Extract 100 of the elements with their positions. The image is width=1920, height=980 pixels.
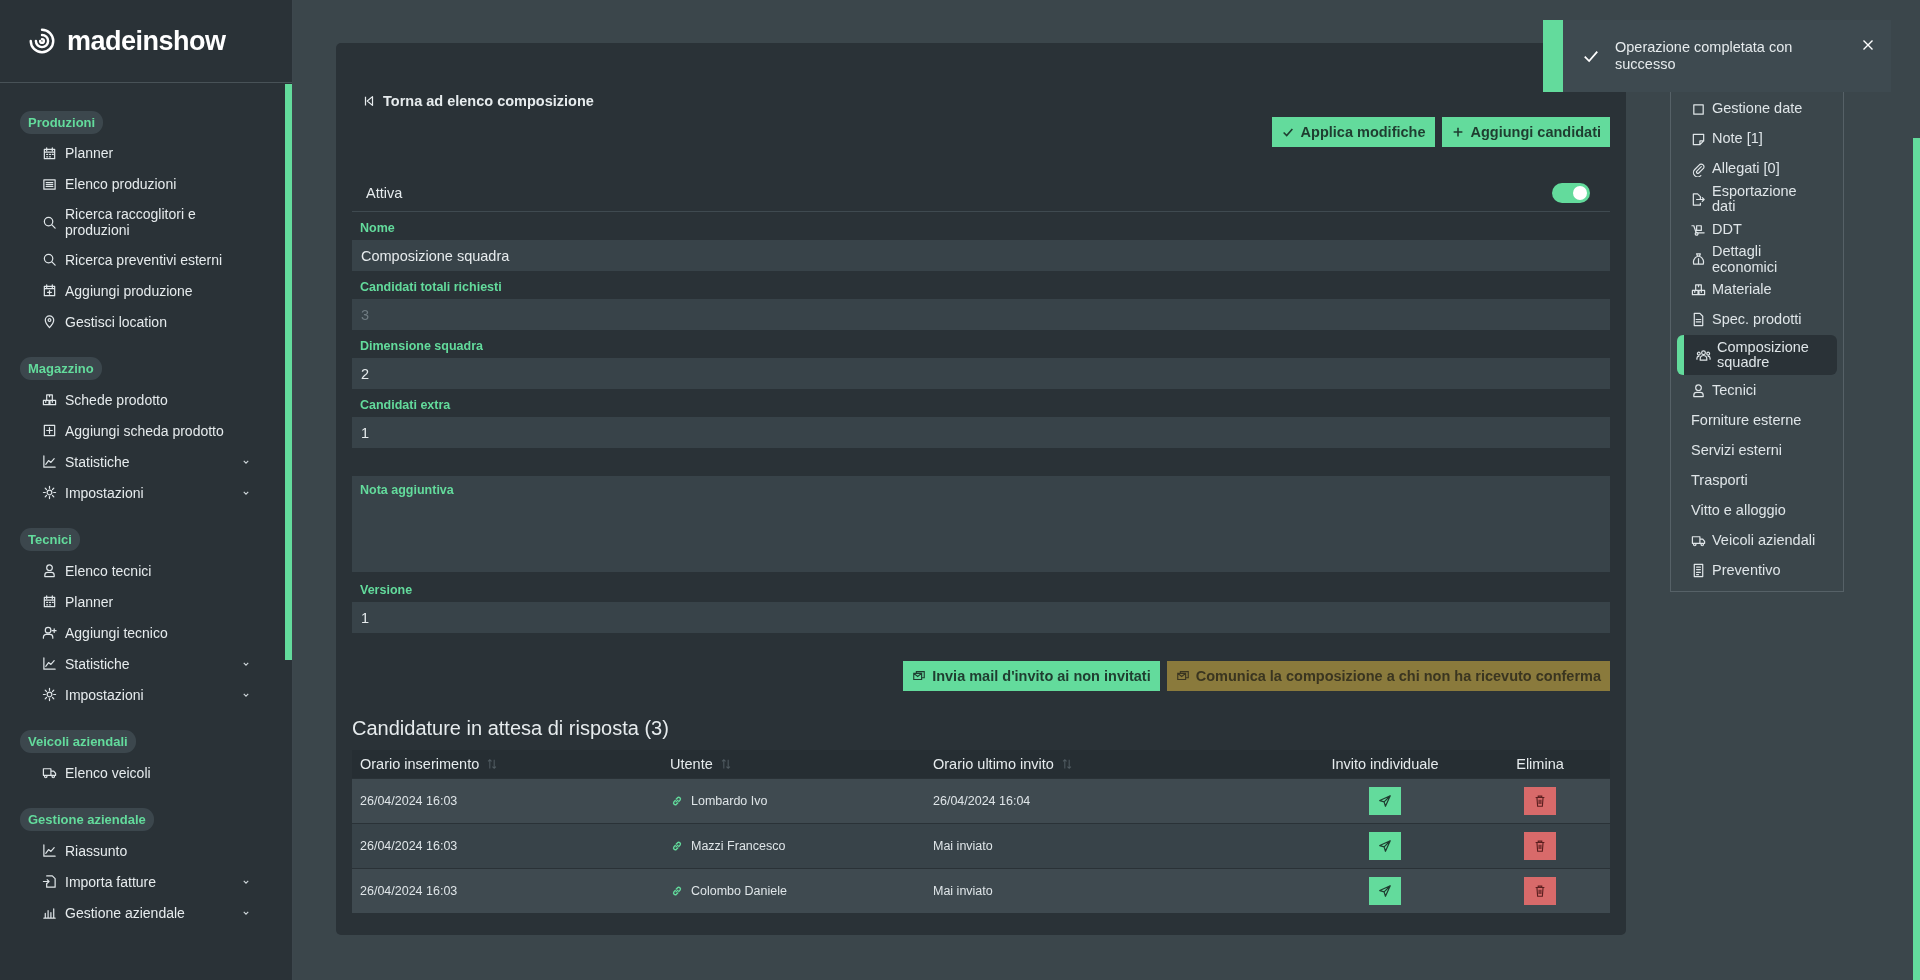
input-field[interactable]: 2	[352, 358, 1610, 389]
section-nav-item[interactable]: DDT	[1677, 214, 1843, 245]
input-field[interactable]: Composizione squadra	[352, 240, 1610, 271]
calendar-plus-icon	[42, 283, 57, 299]
list-icon	[42, 177, 57, 192]
chart-bar-icon	[42, 905, 57, 921]
sidebar-item[interactable]: Elenco tecnici	[20, 555, 252, 587]
sidebar-item[interactable]: Importa fatture	[20, 866, 252, 898]
user-link[interactable]: Colombo Daniele	[670, 884, 925, 898]
delete-button[interactable]	[1524, 877, 1556, 905]
action-button[interactable]: Aggiungi candidati	[1441, 117, 1610, 147]
field-label: Versione	[359, 582, 414, 599]
textarea-field[interactable]: Nota aggiuntiva	[352, 476, 1610, 572]
logo-icon	[27, 26, 57, 56]
sidebar-item[interactable]: Riassunto	[20, 835, 252, 867]
toggle-switch[interactable]	[1552, 183, 1590, 203]
field-label: Dimensione squadra	[359, 338, 484, 355]
section-nav-item[interactable]: Esportazione dati	[1677, 184, 1843, 215]
trash-icon	[1533, 884, 1547, 898]
section-label: Veicoli aziendali	[20, 730, 136, 754]
toast-message: Operazione completata con successo	[1615, 39, 1794, 73]
section-nav-item[interactable]: Veicoli aziendali	[1677, 525, 1843, 556]
sidebar-item[interactable]: Aggiungi produzione	[20, 275, 252, 307]
sidebar-item[interactable]: Elenco veicoli	[20, 757, 252, 789]
section-nav-item[interactable]: Spec. prodotti	[1677, 304, 1843, 335]
section-label: Magazzino	[20, 357, 102, 381]
person-plus-icon	[42, 625, 57, 641]
sidebar-item[interactable]: Planner	[20, 586, 252, 618]
money-bag-icon	[1691, 252, 1706, 268]
sidebar-item[interactable]: Statistiche	[20, 648, 252, 680]
field-label: Nome	[359, 220, 396, 237]
table-cell: Mai inviato	[933, 884, 993, 898]
link-icon	[670, 884, 684, 898]
search-icon	[42, 252, 57, 268]
user-link[interactable]: Mazzi Francesco	[670, 839, 925, 853]
sidebar-item[interactable]: Schede prodotto	[20, 384, 252, 416]
accent-stripe	[1543, 20, 1563, 92]
file-invoice-icon	[1691, 562, 1706, 578]
section-label: Gestione aziendale	[20, 808, 154, 832]
file-export-icon	[1691, 191, 1706, 207]
column-header[interactable]: Utente	[662, 756, 925, 772]
section-nav-item[interactable]: Note [1]	[1677, 124, 1843, 154]
column-header[interactable]: Orario ultimo invito	[925, 756, 1300, 772]
sidebar-item[interactable]: Impostazioni	[20, 477, 252, 509]
sidebar-item[interactable]: Gestione aziendale	[20, 897, 252, 929]
send-icon	[1378, 794, 1392, 808]
section-nav-item[interactable]: Materiale	[1677, 274, 1843, 305]
user-link[interactable]: Lombardo Ivo	[670, 794, 925, 808]
scrollbar[interactable]	[285, 84, 292, 660]
sidebar-item[interactable]: Aggiungi tecnico	[20, 617, 252, 649]
table-cell: 26/04/2024 16:03	[360, 839, 458, 853]
section-nav-item[interactable]: Gestione date	[1677, 94, 1843, 124]
send-invite-button[interactable]	[1369, 787, 1401, 815]
section-nav-item[interactable]: Preventivo	[1677, 555, 1843, 586]
paperclip-icon	[1691, 161, 1706, 177]
note-icon	[1691, 131, 1706, 147]
delete-button[interactable]	[1524, 832, 1556, 860]
section-nav-item[interactable]: Trasporti	[1677, 465, 1843, 496]
sidebar-item[interactable]: Aggiungi scheda prodotto	[20, 415, 252, 447]
sidebar-item[interactable]: Planner	[20, 138, 252, 169]
trash-icon	[1533, 794, 1547, 808]
scrollbar[interactable]	[1913, 138, 1920, 980]
action-button[interactable]: Applica modifiche	[1271, 117, 1435, 147]
column-header[interactable]: Orario inserimento	[352, 756, 662, 772]
field-label: Candidati extra	[359, 397, 452, 414]
column-header[interactable]: Elimina	[1470, 756, 1610, 772]
chart-line-icon	[42, 454, 57, 470]
send-icon	[1378, 839, 1392, 853]
input-field[interactable]: 1	[352, 602, 1610, 633]
sidebar-item[interactable]: Statistiche	[20, 446, 252, 478]
toggle-label: Attiva	[366, 185, 403, 201]
sidebar-item[interactable]: Gestisci location	[20, 306, 252, 338]
sidebar-item[interactable]: Ricerca raccoglitori e produzioni	[20, 200, 252, 245]
section-label: Tecnici	[20, 528, 80, 552]
section-nav-item[interactable]: Allegati [0]	[1677, 154, 1843, 184]
table-cell: 26/04/2024 16:04	[933, 794, 1031, 808]
send-invite-button[interactable]	[1369, 832, 1401, 860]
section-nav-item[interactable]: Composizione squadre	[1677, 334, 1837, 376]
column-header[interactable]: Invito individuale	[1300, 756, 1470, 772]
sidebar-item[interactable]: Ricerca preventivi esterni	[20, 244, 252, 276]
section-nav-item[interactable]: Forniture esterne	[1677, 405, 1843, 436]
table-cell: 26/04/2024 16:03	[360, 884, 458, 898]
logo-text: madeinshow	[67, 25, 226, 57]
section-nav-item[interactable]: Servizi esterni	[1677, 435, 1843, 466]
input-field[interactable]: 1	[352, 417, 1610, 448]
send-icon	[1378, 884, 1392, 898]
boxes-icon	[42, 392, 57, 408]
sidebar-item[interactable]: Impostazioni	[20, 679, 252, 711]
sidebar-item[interactable]: Elenco produzioni	[20, 169, 252, 200]
mail-button[interactable]: Invia mail d'invito ai non invitati	[903, 661, 1160, 691]
chart-line-icon	[42, 843, 57, 859]
send-invite-button[interactable]	[1369, 877, 1401, 905]
section-nav-item[interactable]: Vitto e alloggio	[1677, 495, 1843, 526]
calendar-icon	[42, 146, 57, 161]
search-icon	[42, 214, 57, 230]
delete-button[interactable]	[1524, 787, 1556, 815]
section-nav-item[interactable]: Tecnici	[1677, 375, 1843, 406]
section-nav-item[interactable]: Dettagli economici	[1677, 244, 1843, 275]
back-link[interactable]: Torna ad elenco composizione	[352, 85, 596, 117]
chart-line-icon	[42, 656, 57, 672]
